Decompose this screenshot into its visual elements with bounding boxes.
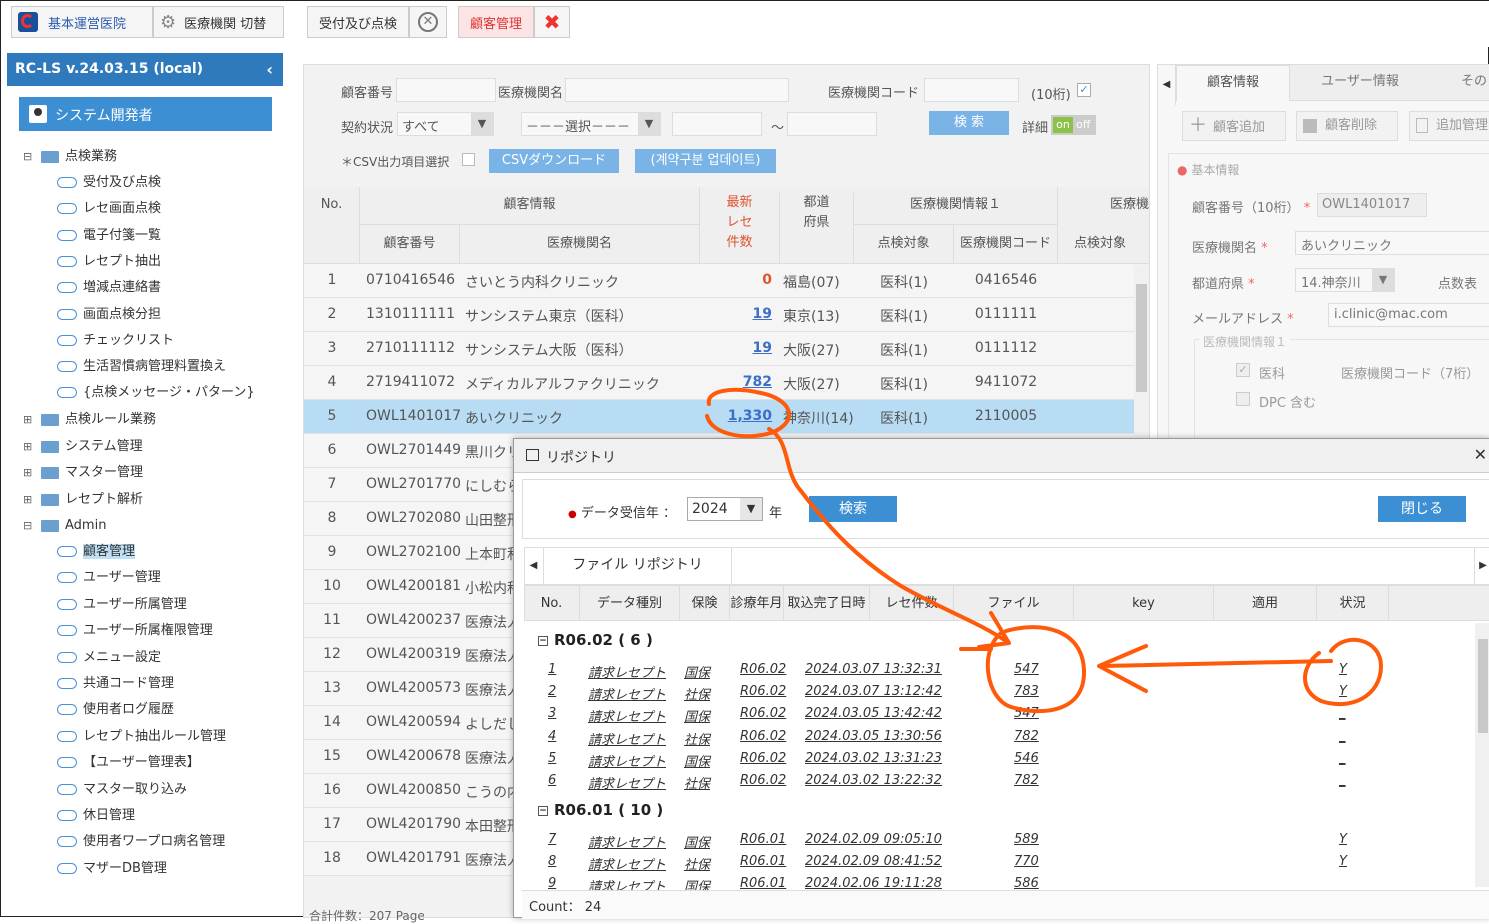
annotation-circle-count bbox=[705, 387, 792, 439]
annotation-arrow-left bbox=[1099, 659, 1333, 668]
annotation-arrow-curve bbox=[767, 427, 1008, 643]
annotation-circle-apply bbox=[1303, 637, 1383, 707]
annotation-overlay bbox=[705, 387, 1383, 714]
annotation-arrow-head-left bbox=[1097, 644, 1148, 693]
